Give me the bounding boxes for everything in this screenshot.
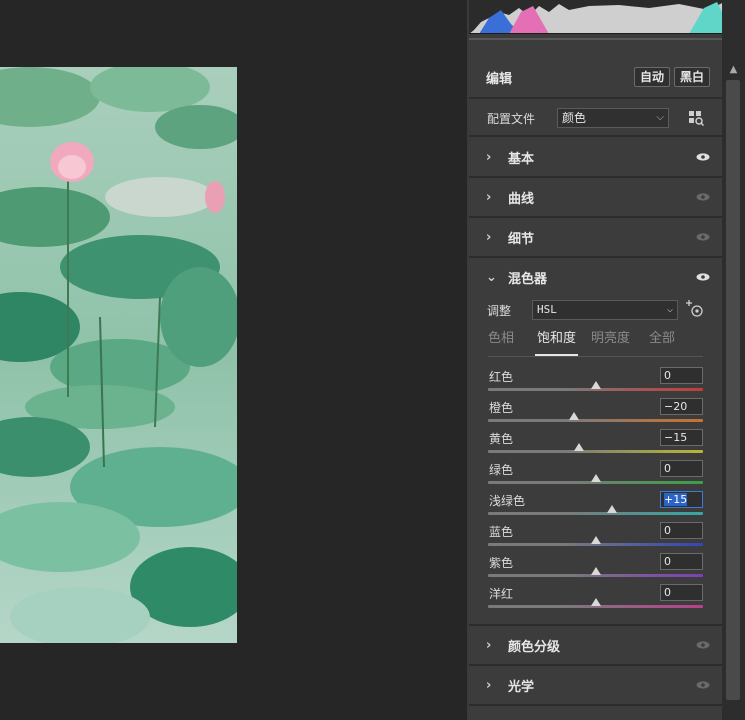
section-optics-title: 光学 — [508, 679, 535, 695]
slider-thumb[interactable] — [590, 536, 601, 544]
slider-value-text: −20 — [664, 400, 688, 413]
adjust-value: HSL — [537, 303, 557, 316]
slider-label: 黄色 — [489, 432, 514, 446]
tab-hue[interactable]: 色相 — [488, 330, 514, 356]
section-curve-title: 曲线 — [508, 191, 535, 207]
slider-value-input[interactable]: 0 — [660, 584, 703, 601]
target-adjust-icon[interactable] — [684, 299, 704, 319]
slider-thumb[interactable] — [574, 443, 585, 451]
slider-value-input[interactable]: 0 — [660, 367, 703, 384]
slider-value-text: 0 — [664, 369, 671, 382]
chevron-right-icon: › — [486, 229, 492, 245]
section-mixer-title: 混色器 — [508, 271, 548, 287]
adjust-select[interactable]: HSL ⌵ — [532, 300, 678, 320]
slider-label: 洋红 — [489, 587, 514, 601]
scroll-up-icon[interactable]: ▲ — [723, 62, 744, 78]
chevron-down-icon: ⌵ — [656, 112, 664, 123]
eye-icon[interactable] — [696, 641, 710, 649]
slider-value-text: 0 — [664, 586, 671, 599]
section-basic-title: 基本 — [508, 151, 535, 167]
slider-track[interactable] — [488, 512, 703, 515]
bw-button[interactable]: 黑白 — [673, 67, 710, 87]
edit-title: 编辑 — [486, 71, 513, 87]
slider-value-input[interactable]: 0 — [660, 553, 703, 570]
slider-label: 橙色 — [489, 401, 514, 415]
section-color-grading[interactable]: › 颜色分级 — [469, 626, 722, 666]
edit-header: 编辑 自动 黑白 — [469, 57, 722, 99]
chevron-right-icon: › — [486, 189, 492, 205]
section-color-grading-title: 颜色分级 — [508, 639, 561, 655]
section-curve[interactable]: › 曲线 — [469, 178, 722, 218]
scroll-thumb[interactable] — [726, 80, 740, 700]
chevron-right-icon: › — [486, 677, 492, 693]
slider-thumb[interactable] — [590, 567, 601, 575]
tab-luminance[interactable]: 明亮度 — [591, 330, 630, 356]
tab-saturation[interactable]: 饱和度 — [535, 330, 579, 356]
section-optics[interactable]: › 光学 — [469, 666, 722, 706]
profile-value: 颜色 — [562, 111, 587, 125]
chevron-down-icon[interactable]: ⌄ — [486, 270, 500, 285]
slider-label: 红色 — [489, 370, 514, 384]
slider-thumb[interactable] — [590, 381, 601, 389]
photo-preview[interactable] — [0, 67, 237, 643]
histogram-separator — [469, 38, 722, 40]
slider-label: 蓝色 — [489, 525, 514, 539]
slider-thumb[interactable] — [569, 412, 579, 420]
slider-thumb[interactable] — [606, 505, 617, 513]
chevron-right-icon: › — [486, 149, 492, 165]
lotus-photo — [0, 67, 237, 643]
slider-value-input[interactable]: +15 — [660, 491, 703, 508]
slider-label: 绿色 — [489, 463, 514, 477]
eye-icon[interactable] — [696, 233, 710, 241]
eye-icon[interactable] — [696, 153, 710, 161]
chevron-right-icon: › — [486, 637, 492, 653]
slider-value-input[interactable]: −15 — [660, 429, 703, 446]
section-basic[interactable]: › 基本 — [469, 138, 722, 178]
slider-value-text: +15 — [664, 493, 688, 506]
mixer-tabs: 色相 饱和度 明亮度 全部 — [488, 330, 703, 357]
slider-value-text: 0 — [664, 555, 671, 568]
eye-icon[interactable] — [696, 193, 710, 201]
slider-value-text: 0 — [664, 462, 671, 475]
slider-value-input[interactable]: 0 — [660, 460, 703, 477]
slider-thumb[interactable] — [590, 598, 601, 606]
slider-track[interactable] — [488, 419, 703, 422]
section-detail-title: 细节 — [508, 231, 535, 247]
auto-button[interactable]: 自动 — [633, 67, 670, 87]
slider-value-text: 0 — [664, 524, 671, 537]
profile-label: 配置文件 — [487, 112, 536, 126]
section-detail[interactable]: › 细节 — [469, 218, 722, 258]
slider-value-text: −15 — [664, 431, 688, 444]
eye-icon[interactable] — [696, 681, 710, 689]
slider-value-input[interactable]: 0 — [660, 522, 703, 539]
grid-search-icon[interactable] — [688, 110, 705, 127]
section-next — [469, 706, 722, 720]
eye-icon[interactable] — [696, 273, 710, 281]
slider-label: 浅绿色 — [489, 494, 526, 508]
slider-value-input[interactable]: −20 — [660, 398, 703, 415]
profile-select[interactable]: 颜色 ⌵ — [557, 108, 669, 128]
histogram — [469, 0, 737, 34]
chevron-down-icon: ⌵ — [666, 304, 673, 315]
slider-label: 紫色 — [489, 556, 514, 570]
slider-track[interactable] — [488, 450, 703, 453]
tab-all[interactable]: 全部 — [649, 330, 675, 356]
slider-thumb[interactable] — [590, 474, 601, 482]
adjust-label: 调整 — [487, 304, 512, 318]
